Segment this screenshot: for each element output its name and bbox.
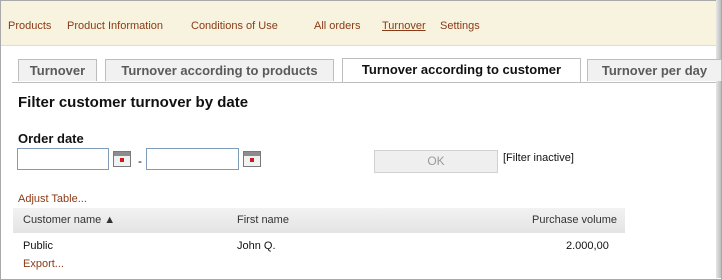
adjust-table-link[interactable]: Adjust Table...	[18, 193, 87, 205]
nav-settings[interactable]: Settings	[440, 20, 480, 32]
calendar-from-icon[interactable]	[113, 151, 131, 167]
page-title: Filter customer turnover by date	[18, 94, 249, 111]
date-range-separator: -	[138, 154, 142, 168]
table-header: Customer name ▲ First name Purchase volu…	[13, 208, 625, 233]
column-customer-name[interactable]: Customer name ▲	[23, 214, 115, 226]
cell-first-name: John Q.	[237, 240, 276, 252]
calendar-header	[114, 152, 130, 156]
tab-turnover-by-products[interactable]: Turnover according to products	[105, 59, 334, 81]
nav-product-information[interactable]: Product Information	[67, 20, 163, 32]
tab-turnover-by-customer[interactable]: Turnover according to customer	[342, 58, 581, 82]
nav-turnover[interactable]: Turnover	[382, 20, 426, 32]
order-date-label: Order date	[18, 131, 84, 146]
calendar-to-icon[interactable]	[243, 151, 261, 167]
top-navigation: Products Product Information Conditions …	[1, 1, 716, 46]
tab-bar: Turnover Turnover according to products …	[12, 58, 722, 83]
cell-customer-name: Public	[23, 240, 53, 252]
filter-status: [Filter inactive]	[503, 152, 574, 164]
nav-products[interactable]: Products	[8, 20, 51, 32]
calendar-marker	[120, 158, 124, 162]
column-first-name[interactable]: First name	[237, 214, 289, 226]
ok-button[interactable]: OK	[374, 150, 498, 173]
column-purchase-volume[interactable]: Purchase volume	[532, 214, 617, 226]
calendar-header	[244, 152, 260, 156]
date-to-input[interactable]	[146, 148, 239, 170]
cell-purchase-volume: 2.000,00	[566, 240, 609, 252]
export-link[interactable]: Export...	[23, 258, 64, 270]
date-from-input[interactable]	[17, 148, 109, 170]
nav-conditions-of-use[interactable]: Conditions of Use	[191, 20, 278, 32]
scrollbar-edge	[716, 0, 721, 278]
calendar-marker	[250, 158, 254, 162]
tab-turnover[interactable]: Turnover	[18, 59, 97, 81]
nav-all-orders[interactable]: All orders	[314, 20, 360, 32]
tab-turnover-per-day[interactable]: Turnover per day	[587, 59, 722, 81]
